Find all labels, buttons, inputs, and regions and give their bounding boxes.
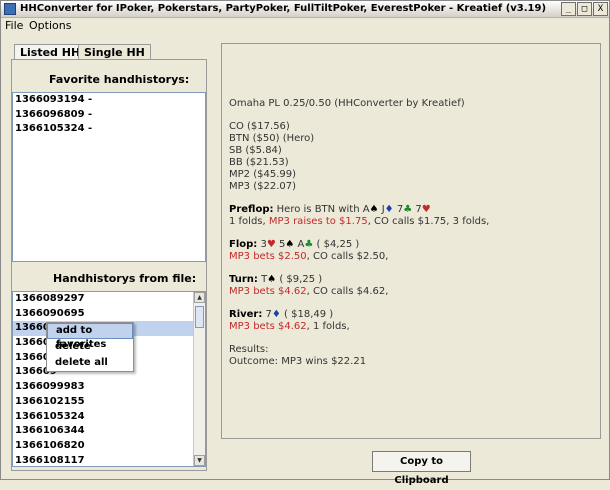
file-hh-item[interactable]: 1366099983: [13, 380, 205, 395]
action-text-highlight: MP3 raises to $1.75: [268, 216, 368, 227]
preflop-actions: 1 folds, MP3 raises to $1.75, CO calls $…: [229, 216, 589, 228]
file-hh-item[interactable]: 1366090695: [13, 307, 205, 322]
file-list-scrollbar[interactable]: ▲ ▼: [193, 292, 205, 466]
action-text: , CO calls $2.50,: [306, 251, 389, 262]
card-text: T: [257, 274, 268, 285]
delete-menu-item[interactable]: delete: [47, 339, 133, 355]
card-text: 3: [257, 239, 267, 250]
add-to-favorites-menu-item[interactable]: add to favorites: [47, 323, 133, 350]
heart-icon: ♥: [421, 204, 431, 215]
file-hh-item[interactable]: 1366089297: [13, 292, 205, 307]
window-title: HHConverter for IPoker, Pokerstars, Part…: [20, 3, 547, 14]
river-line: River: 7♦ ( $18,49 ): [229, 309, 589, 321]
file-hh-item[interactable]: 1366106820: [13, 439, 205, 454]
app-icon: [4, 3, 16, 15]
menu-file[interactable]: File: [5, 19, 23, 32]
seat-line: SB ($5.84): [229, 145, 282, 156]
club-icon: ♣: [304, 239, 314, 250]
turn-line: Turn: T♠ ( $9,25 ): [229, 274, 589, 286]
app-window: HHConverter for IPoker, Pokerstars, Part…: [0, 0, 610, 486]
action-text: , CO calls $4.62,: [306, 286, 389, 297]
copy-to-clipboard-button[interactable]: Copy to Clipboard: [372, 451, 471, 486]
river-label: River:: [229, 309, 263, 320]
pot-text: ( $18,49 ): [280, 309, 334, 320]
action-text: 1 folds,: [229, 216, 269, 227]
card-text: 5: [275, 239, 286, 250]
card-text: A: [294, 239, 305, 250]
hand-history-text: Omaha PL 0.25/0.50 (HHConverter by Kreat…: [229, 98, 589, 368]
delete-all-menu-item[interactable]: delete all: [47, 355, 133, 371]
file-hh-item[interactable]: 1366106344: [13, 424, 205, 439]
diamond-icon: ♦: [271, 309, 281, 320]
file-hh-item[interactable]: 1366108117: [13, 454, 205, 466]
preflop-text: Hero is BTN with A: [273, 204, 370, 215]
seat-line: BB ($21.53): [229, 157, 289, 168]
spade-icon: ♠: [369, 204, 379, 215]
preflop-line: Preflop: Hero is BTN with A♠ J♦ 7♣ 7♥: [229, 204, 589, 216]
file-hh-list[interactable]: 1366089297 1366090695 136609 136609 1366…: [12, 291, 206, 467]
seat-line: MP3 ($22.07): [229, 181, 296, 192]
favorite-item[interactable]: 1366093194 -: [13, 93, 205, 108]
turn-actions: MP3 bets $4.62, CO calls $4.62,: [229, 286, 589, 298]
preflop-label: Preflop:: [229, 204, 274, 215]
hh-header: Omaha PL 0.25/0.50 (HHConverter by Kreat…: [229, 98, 465, 109]
spade-icon: ♠: [267, 274, 277, 285]
diamond-icon: ♦: [384, 204, 394, 215]
spade-icon: ♠: [285, 239, 295, 250]
turn-label: Turn:: [229, 274, 258, 285]
favorites-list[interactable]: 1366093194 - 1366096809 - 1366105324 -: [12, 92, 206, 262]
flop-actions: MP3 bets $2.50, CO calls $2.50,: [229, 251, 589, 263]
action-text-highlight: MP3 bets $2.50: [229, 251, 307, 262]
flop-label: Flop:: [229, 239, 258, 250]
favorites-label: Favorite handhistorys:: [49, 73, 190, 86]
card-text: 7: [262, 309, 272, 320]
scroll-up-icon[interactable]: ▲: [194, 292, 205, 303]
outcome-line: Outcome: MP3 wins $22.21: [229, 356, 367, 367]
action-text: , 1 folds,: [306, 321, 350, 332]
favorite-item[interactable]: 1366096809 -: [13, 108, 205, 123]
results-label: Results:: [229, 344, 269, 355]
file-list-label: Handhistorys from file:: [53, 272, 197, 285]
card-text: 7: [393, 204, 404, 215]
menu-bar: File Options: [1, 18, 609, 36]
flop-line: Flop: 3♥ 5♠ A♣ ( $4,25 ): [229, 239, 589, 251]
seat-line: MP2 ($45.99): [229, 169, 296, 180]
file-hh-item[interactable]: 1366105324: [13, 410, 205, 425]
scroll-thumb[interactable]: [195, 306, 204, 328]
action-text: , CO calls $1.75, 3 folds,: [367, 216, 490, 227]
file-hh-item[interactable]: 1366102155: [13, 395, 205, 410]
pot-text: ( $4,25 ): [313, 239, 360, 250]
favorite-item[interactable]: 1366105324 -: [13, 122, 205, 137]
menu-options[interactable]: Options: [29, 19, 71, 32]
action-text-highlight: MP3 bets $4.62: [229, 321, 307, 332]
context-menu: add to favorites delete delete all: [46, 322, 134, 372]
river-actions: MP3 bets $4.62, 1 folds,: [229, 321, 589, 333]
close-button[interactable]: X: [593, 2, 608, 16]
seat-line: CO ($17.56): [229, 121, 290, 132]
seat-line: BTN ($50) (Hero): [229, 133, 315, 144]
club-icon: ♣: [403, 204, 413, 215]
card-text: 7: [412, 204, 422, 215]
scroll-down-icon[interactable]: ▼: [194, 455, 205, 466]
action-text-highlight: MP3 bets $4.62: [229, 286, 307, 297]
title-bar[interactable]: HHConverter for IPoker, Pokerstars, Part…: [1, 1, 609, 18]
maximize-button[interactable]: □: [577, 2, 592, 16]
heart-icon: ♥: [266, 239, 276, 250]
pot-text: ( $9,25 ): [276, 274, 323, 285]
minimize-button[interactable]: _: [561, 2, 576, 16]
